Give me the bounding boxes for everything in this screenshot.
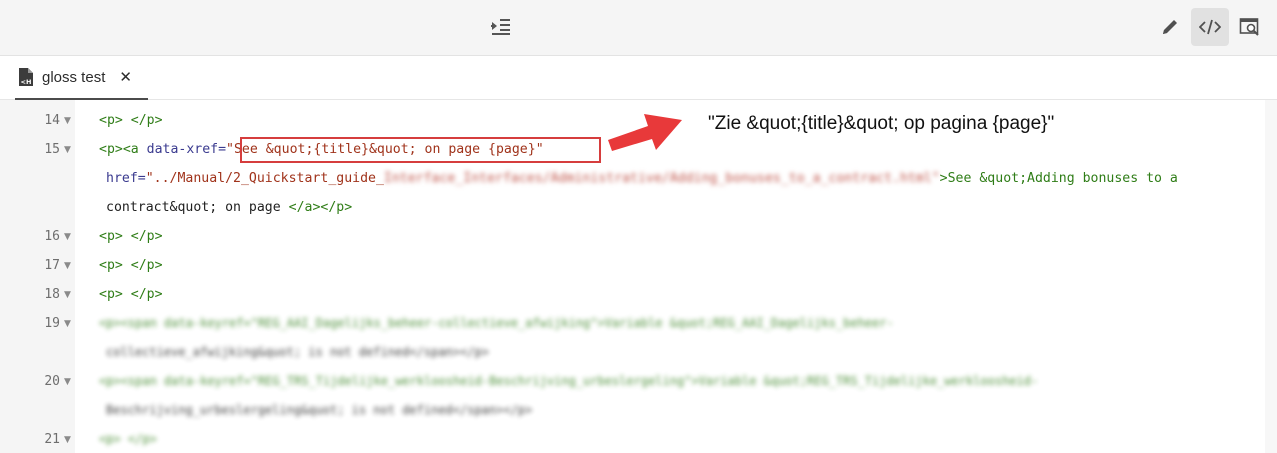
highlight-box [240, 137, 601, 163]
translation-annotation: "Zie &quot;{title}&quot; op pagina {page… [708, 113, 1055, 134]
fold-toggle-icon[interactable]: ▼ [64, 232, 71, 242]
code-line-redacted[interactable]: collectieve_afwijking&quot; is not defin… [106, 345, 489, 359]
tab-label: gloss test [42, 68, 106, 86]
annotation-arrow-icon [608, 114, 682, 151]
code-line-redacted[interactable]: Beschrijving_urbeslergeling&quot; is not… [106, 403, 532, 417]
fold-toggle-icon[interactable]: ▼ [64, 377, 71, 387]
tab-gloss-test[interactable]: <H gloss test ✕ [15, 56, 148, 100]
code-icon [1199, 19, 1221, 35]
indent-button[interactable] [482, 8, 520, 46]
fold-toggle-icon[interactable]: ▼ [64, 145, 71, 155]
code-line-redacted[interactable]: <p> </p> [99, 432, 157, 446]
html-file-icon: <H [19, 68, 33, 86]
close-tab-icon[interactable]: ✕ [119, 68, 132, 86]
editor-toolbar [0, 0, 1277, 56]
fold-toggle-icon[interactable]: ▼ [64, 116, 71, 126]
fold-toggle-icon[interactable]: ▼ [64, 261, 71, 271]
code-line[interactable]: <p> </p> [99, 287, 163, 302]
line-number: 19 [44, 316, 60, 331]
code-line-redacted[interactable]: <p><span data-keyref="REG_TRS_Tijdelijke… [99, 374, 1038, 388]
line-number: 20 [44, 374, 60, 389]
line-number: 16 [44, 229, 60, 244]
line-number: 14 [44, 113, 60, 128]
line-number: 17 [44, 258, 60, 273]
fold-toggle-icon[interactable]: ▼ [64, 319, 71, 329]
edit-mode-button[interactable] [1151, 8, 1189, 46]
line-number: 15 [44, 142, 60, 157]
indent-icon [491, 19, 510, 35]
fold-toggle-icon[interactable]: ▼ [64, 290, 71, 300]
source-view-button[interactable] [1191, 8, 1229, 46]
code-line-wrap[interactable]: href="../Manual/2_Quickstart_guide_Inter… [106, 171, 1178, 186]
redacted-path: Interface_Interfaces/Administrative/Addi… [383, 171, 940, 186]
tab-bar: <H gloss test ✕ [0, 56, 1277, 100]
preview-icon [1239, 18, 1259, 36]
fold-toggle-icon[interactable]: ▼ [64, 435, 71, 445]
code-line-wrap[interactable]: contract&quot; on page </a></p> [106, 200, 352, 215]
vertical-scrollbar[interactable] [1265, 100, 1277, 453]
line-number: 18 [44, 287, 60, 302]
svg-text:<H: <H [21, 78, 32, 86]
code-line[interactable]: <p> </p> [99, 229, 163, 244]
line-number: 21 [44, 432, 60, 447]
code-line[interactable]: <p> </p> [99, 258, 163, 273]
code-line[interactable]: <p> </p> [99, 113, 163, 128]
code-line-redacted[interactable]: <p><span data-keyref="REG_AAI_Dagelijks_… [99, 316, 894, 330]
pencil-icon [1163, 20, 1177, 34]
preview-button[interactable] [1231, 8, 1269, 46]
